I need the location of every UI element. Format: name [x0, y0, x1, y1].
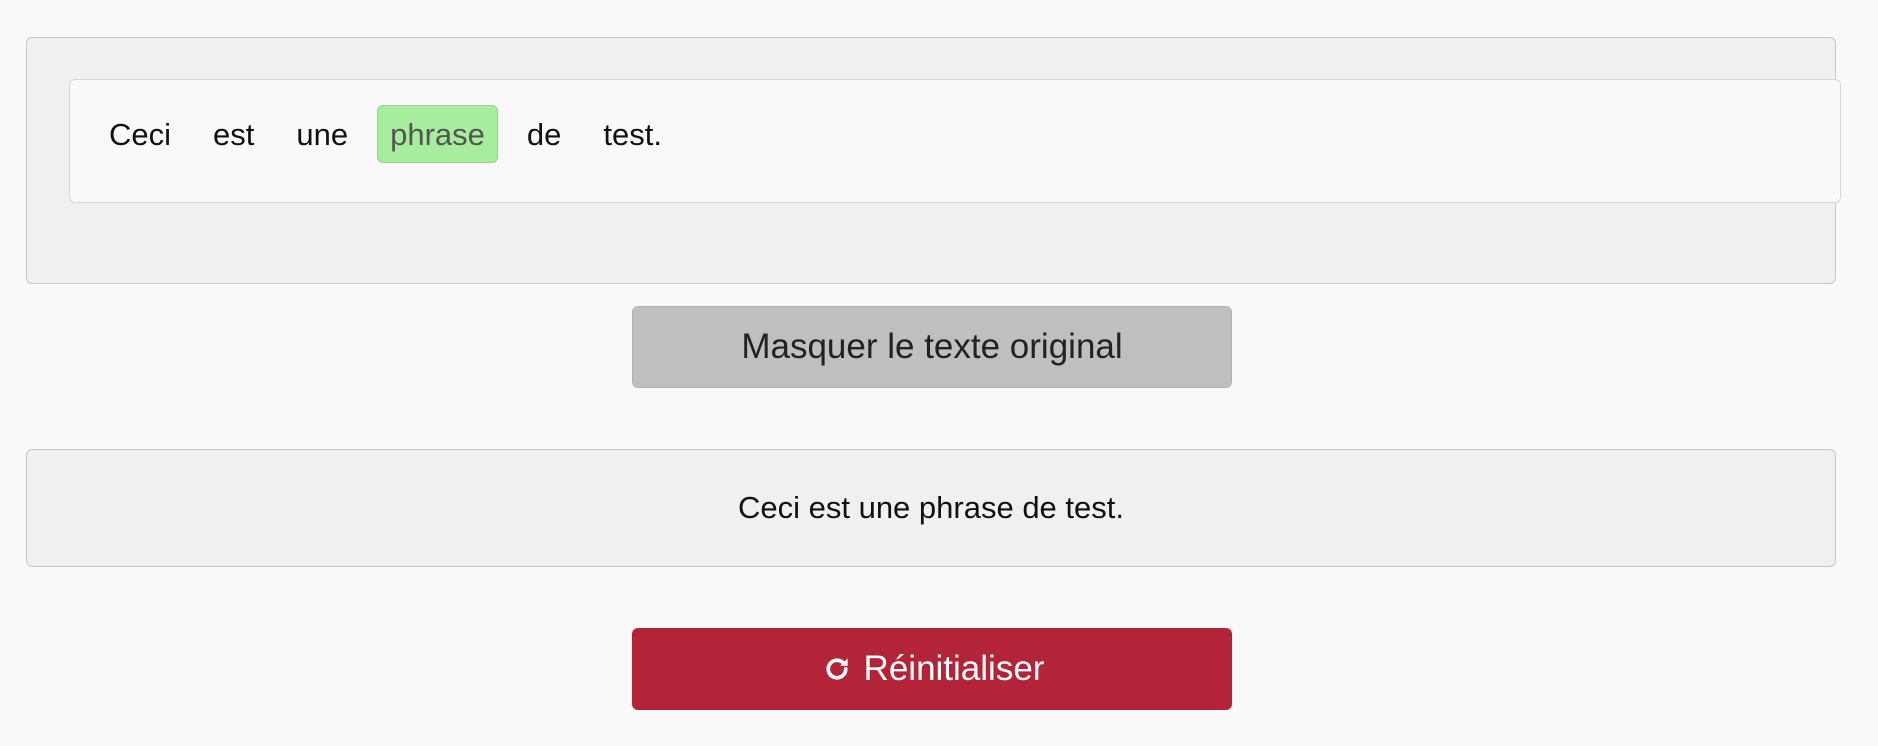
word-token[interactable]: test.	[590, 105, 675, 163]
word-token[interactable]: une	[283, 105, 361, 163]
original-text-panel: Ceci est une phrase de test.	[26, 449, 1836, 567]
word-token[interactable]: de	[514, 105, 574, 163]
rotate-right-icon	[820, 652, 854, 686]
word-token[interactable]: Ceci	[96, 105, 184, 163]
word-strip: Ceci est une phrase de test.	[69, 79, 1841, 203]
word-token-selected[interactable]: phrase	[377, 105, 498, 163]
word-token[interactable]: est	[200, 105, 267, 163]
reset-button[interactable]: Réinitialiser	[632, 628, 1232, 710]
original-text: Ceci est une phrase de test.	[737, 490, 1124, 525]
word-panel: Ceci est une phrase de test.	[26, 37, 1841, 284]
page: Ceci est une phrase de test. Masquer le …	[0, 0, 1878, 746]
hide-original-button[interactable]: Masquer le texte original	[632, 306, 1232, 388]
reset-button-label: Réinitialiser	[863, 649, 1045, 688]
